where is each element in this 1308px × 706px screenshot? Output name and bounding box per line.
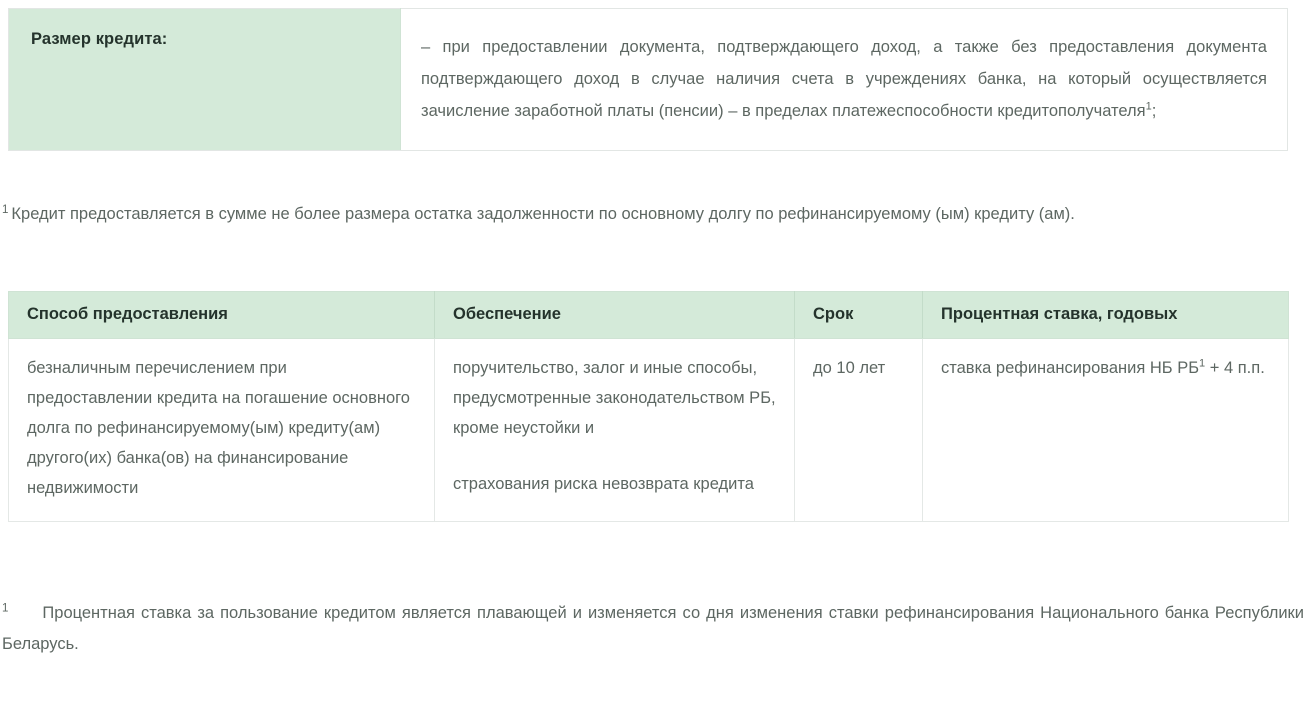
cell-collateral: поручительство, залог и иные способы, пр… — [434, 337, 795, 523]
cell-method-text: безналичным перечислением при предоставл… — [27, 359, 410, 498]
column-header-term: Срок — [794, 291, 923, 339]
loan-size-description-cell: – при предоставлении документа, подтверж… — [400, 8, 1288, 151]
column-header-collateral: Обеспечение — [434, 291, 795, 339]
cell-method: безналичным перечислением при предоставл… — [8, 337, 435, 523]
cell-rate: ставка рефинансирования НБ РБ1 + 4 п.п. — [922, 337, 1289, 523]
column-header-method: Способ предоставления — [8, 291, 435, 339]
column-header-rate: Процентная ставка, годовых — [922, 291, 1289, 339]
cell-term: до 10 лет — [794, 337, 923, 523]
conditions-table-header-row: Способ предоставления Обеспечение Срок П… — [8, 291, 1289, 339]
loan-size-table: Размер кредита: – при предоставлении док… — [8, 8, 1288, 151]
footnote-text: Процентная ставка за пользование кредито… — [2, 604, 1304, 654]
table-row: безналичным перечислением при предоставл… — [8, 337, 1289, 523]
cell-collateral-text-2: страхования риска невозврата кредита — [453, 475, 754, 494]
loan-size-label-cell: Размер кредита: — [8, 8, 401, 151]
loan-size-footnote: 1 Кредит предоставляется в сумме не более… — [2, 200, 1304, 229]
loan-size-paragraph-text: – при предоставлении документа, подтверж… — [421, 38, 1267, 121]
loan-size-label: Размер кредита: — [31, 30, 168, 48]
table-row: Размер кредита: – при предоставлении док… — [8, 8, 1288, 151]
cell-term-text: до 10 лет — [813, 359, 886, 377]
footnote-text: Кредит предоставляется в сумме не более … — [11, 205, 1075, 223]
document-page: Размер кредита: – при предоставлении док… — [0, 0, 1308, 706]
conditions-table: Способ предоставления Обеспечение Срок П… — [8, 291, 1289, 523]
rate-footnote: 1 Процентная ставка за пользование кредит… — [2, 598, 1304, 661]
loan-size-paragraph: – при предоставлении документа, подтверж… — [421, 31, 1267, 128]
cell-rate-suffix: + 4 п.п. — [1205, 359, 1265, 377]
cell-rate-text: ставка рефинансирования НБ РБ1 + 4 п.п. — [941, 353, 1270, 383]
footnote-marker: 1 — [2, 602, 9, 615]
footnote-marker: 1 — [2, 203, 9, 216]
loan-size-paragraph-tail: ; — [1151, 102, 1157, 121]
cell-rate-prefix: ставка рефинансирования НБ РБ — [941, 359, 1200, 377]
cell-collateral-text-1: поручительство, залог и иные способы, пр… — [453, 359, 776, 438]
